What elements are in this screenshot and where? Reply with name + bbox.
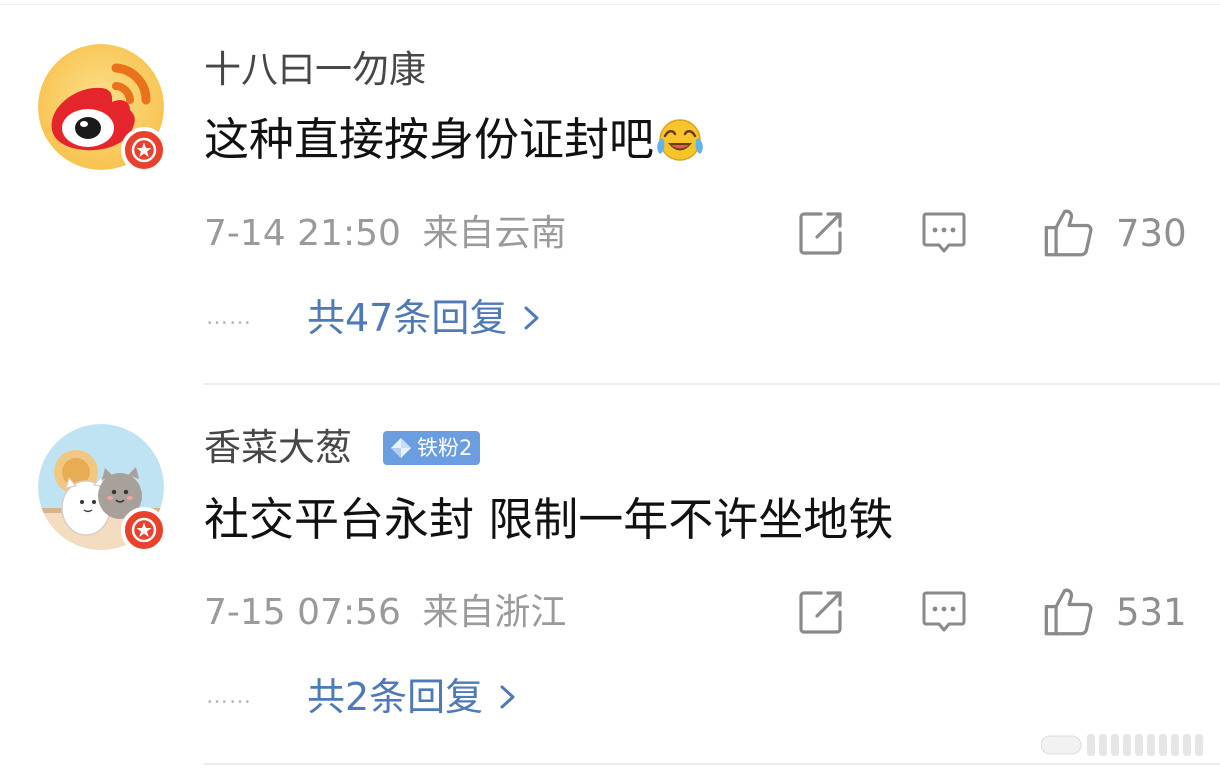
comment-text-content: 这种直接按身份证封吧 [204, 113, 655, 166]
reply-dots: …… [206, 305, 252, 330]
share-icon[interactable] [797, 209, 845, 257]
diamond-icon [391, 438, 411, 458]
comment-text: 这种直接按身份证封吧 [204, 112, 704, 168]
chevron-right-icon [500, 685, 515, 709]
comment-meta: 7-15 07:56 来自浙江 [204, 591, 566, 635]
fan-level-label: 铁粉2 [417, 436, 473, 460]
comment-icon[interactable] [920, 209, 968, 257]
top-divider [0, 4, 1220, 5]
comment-location: 来自浙江 [422, 592, 567, 633]
username[interactable]: 香菜大葱 [204, 426, 352, 470]
laugh-cry-emoji-icon [657, 119, 703, 161]
like-count: 531 [1116, 591, 1187, 634]
comment-text-content: 社交平台永封 限制一年不许坐地铁 [204, 493, 894, 546]
chevron-right-icon [524, 306, 539, 330]
like-icon[interactable] [1042, 206, 1094, 258]
comment-text: 社交平台永封 限制一年不许坐地铁 [204, 492, 893, 548]
like-icon[interactable] [1042, 585, 1094, 637]
comment-time: 7-15 07:56 [204, 592, 401, 633]
view-replies-link[interactable]: 共47条回复 [307, 295, 543, 341]
comment-divider [204, 763, 1220, 765]
like-count: 730 [1116, 212, 1187, 255]
view-replies-label: 共2条回复 [307, 675, 484, 719]
comment-divider [204, 383, 1220, 385]
fan-level-badge[interactable]: 铁粉2 [383, 431, 481, 465]
view-replies-label: 共47条回复 [307, 296, 508, 340]
share-icon[interactable] [797, 588, 845, 636]
avatar[interactable] [38, 44, 167, 173]
username[interactable]: 十八曰一勿康 [204, 48, 426, 92]
comment-location: 来自云南 [422, 213, 567, 254]
comment-time: 7-14 21:50 [204, 213, 401, 254]
comment-meta: 7-14 21:50 来自云南 [204, 212, 566, 256]
avatar[interactable] [38, 424, 167, 553]
verified-badge-icon [121, 507, 167, 553]
watermark-bars-icon [1041, 734, 1203, 756]
view-replies-link[interactable]: 共2条回复 [307, 674, 519, 720]
comment-icon[interactable] [920, 588, 968, 636]
verified-badge-icon [121, 127, 167, 173]
reply-dots: …… [206, 684, 252, 709]
